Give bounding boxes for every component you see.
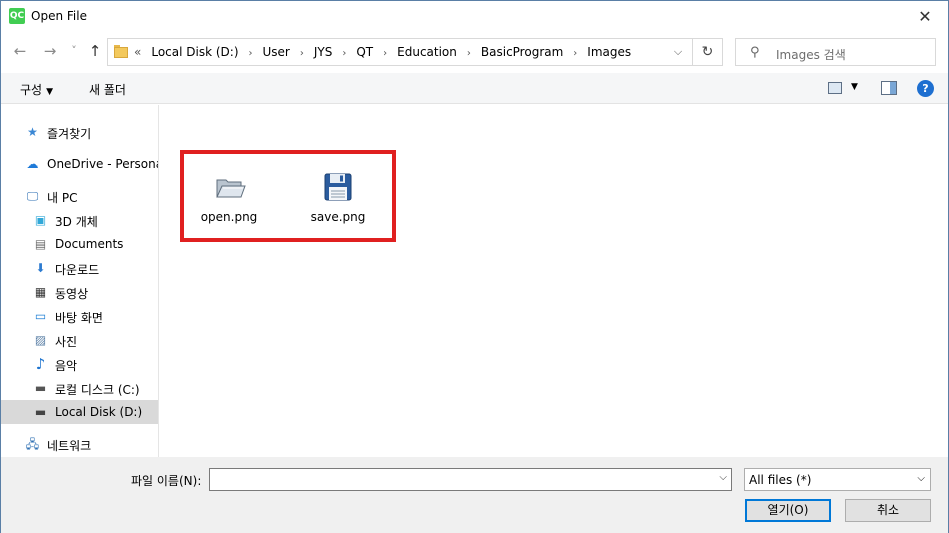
help-icon[interactable]: ? [917,80,934,97]
breadcrumb-item[interactable]: QT [356,45,373,59]
breadcrumb-item[interactable]: Local Disk (D:) [151,45,238,59]
music-icon: ♪ [35,355,46,373]
computer-icon: 🖵 [26,189,39,203]
chevron-down-icon[interactable]: ⌵ [719,472,727,483]
cube-icon: ▣ [34,213,47,227]
cancel-button[interactable]: 취소 [845,499,931,522]
filename-label: 파일 이름(N): [131,474,202,488]
sidebar-item-network[interactable]: 🖧 네트워크 [1,432,158,456]
breadcrumb-separator[interactable]: › [342,48,346,59]
breadcrumb-item[interactable]: Education [397,45,457,59]
breadcrumb-separator[interactable]: › [249,48,253,59]
sidebar-item-label: Local Disk (D:) [55,405,143,419]
breadcrumb-item[interactable]: JYS [314,45,333,59]
download-icon: ⬇ [35,261,46,275]
star-icon: ★ [27,125,38,139]
desktop-icon: ▭ [34,309,47,323]
open-folder-icon [216,179,246,198]
sidebar-item-favorites[interactable]: ★ 즐겨찾기 [1,120,158,144]
window-title: Open File [31,9,87,23]
file-list-pane[interactable]: open.png save.png [160,105,948,457]
document-icon: ▤ [34,237,47,251]
search-icon: ⚲ [750,45,760,60]
sidebar-item-onedrive[interactable]: ☁ OneDrive - Personal [1,152,159,176]
dialog-footer: 파일 이름(N): ⌵ All files (*) ⌵ 열기(O) 취소 [1,457,948,533]
sidebar-item-label: 다운로드 [55,263,100,277]
open-file-dialog: QC Open File ✕ ← → ˅ ↑ « Local Disk (D:) ›… [0,0,949,533]
new-folder-button[interactable]: 새 폴더 [89,81,126,98]
cancel-button-label: 취소 [876,503,900,517]
breadcrumb: « Local Disk (D:) › User › JYS › QT › Education › B… [134,45,631,59]
sidebar-item-label: 즐겨찾기 [47,127,92,141]
breadcrumb-separator[interactable]: › [573,48,577,59]
up-folder-button[interactable]: ↑ [85,40,105,62]
search-placeholder: Images 검색 [776,48,846,62]
file-name: open.png [200,210,258,224]
preview-pane-icon[interactable] [881,81,897,95]
sidebar-item-label: 3D 개체 [55,215,98,229]
breadcrumb-item[interactable]: BasicProgram [481,45,563,59]
open-button[interactable]: 열기(O) [745,499,831,522]
sidebar-item-label: 사진 [55,335,78,349]
file-type-select[interactable]: All files (*) ⌵ [744,468,931,491]
breadcrumb-separator[interactable]: › [383,48,387,59]
sidebar-item-label: 로컬 디스크 (C:) [55,383,140,397]
sidebar-item-videos[interactable]: ▦ 동영상 [1,280,158,304]
network-icon: 🖧 [25,437,40,451]
file-item-save[interactable]: save.png [298,169,378,229]
chevron-down-icon[interactable]: ▼ [851,82,858,92]
folder-icon [114,45,128,58]
chevron-down-icon: ▼ [46,87,54,97]
sidebar-item-music[interactable]: ♪ 음악 [1,352,158,376]
chevron-down-icon: ⌵ [917,473,925,484]
sidebar-item-label: 네트워크 [47,439,92,453]
refresh-button[interactable]: ↻ [692,39,722,65]
close-button[interactable]: ✕ [902,1,948,32]
sidebar-item-downloads[interactable]: ⬇ 다운로드 [1,256,158,280]
filename-field[interactable]: ⌵ [209,468,732,491]
navigation-bar: ← → ˅ ↑ « Local Disk (D:) › User › JYS › QT › Edu… [1,34,948,70]
view-mode-icon[interactable] [828,82,842,94]
search-input[interactable]: ⚲ Images 검색 [735,38,936,66]
sidebar-item-drive-d[interactable]: ▬ Local Disk (D:) [1,400,158,424]
sidebar-item-label: 바탕 화면 [55,311,103,325]
title-bar: QC Open File ✕ [1,1,948,32]
back-button[interactable]: ← [10,40,30,62]
organize-button[interactable]: 구성 ▼ [20,81,53,98]
address-bar[interactable]: « Local Disk (D:) › User › JYS › QT › Education › B… [107,38,723,66]
organize-label: 구성 [20,83,43,97]
sidebar-item-label: 음악 [55,359,78,373]
sidebar-item-label: Documents [55,237,124,251]
sidebar-item-documents[interactable]: ▤ Documents [1,232,158,256]
file-name: save.png [310,210,366,224]
drive-c-icon: ▬ [34,381,47,395]
breadcrumb-item[interactable]: User [263,45,290,59]
sidebar-item-label: OneDrive - Personal [47,157,159,171]
file-item-open[interactable]: open.png [189,169,269,229]
sidebar-item-label: 내 PC [47,191,78,205]
sidebar-item-desktop[interactable]: ▭ 바탕 화면 [1,304,158,328]
cloud-icon: ☁ [26,157,39,171]
breadcrumb-overflow[interactable]: « [134,45,141,59]
navigation-pane: ★ 즐겨찾기 ☁ OneDrive - Personal 🖵 내 PC ▣ 3D… [1,105,159,457]
file-type-value: All files (*) [749,473,812,487]
floppy-save-icon [324,173,352,201]
open-button-label: 열기(O) [767,503,809,517]
address-dropdown-icon[interactable]: ⌵ [670,43,686,61]
sidebar-item-pictures[interactable]: ▨ 사진 [1,328,158,352]
forward-button[interactable]: → [40,40,60,62]
drive-d-icon: ▬ [34,405,47,419]
sidebar-item-3d-objects[interactable]: ▣ 3D 개체 [1,208,158,232]
sidebar-item-this-pc[interactable]: 🖵 내 PC [1,184,158,208]
breadcrumb-item-current[interactable]: Images [587,45,631,59]
pictures-icon: ▨ [34,333,47,347]
breadcrumb-separator[interactable]: › [467,48,471,59]
breadcrumb-separator[interactable]: › [300,48,304,59]
video-icon: ▦ [34,285,47,299]
sidebar-item-label: 동영상 [55,287,89,301]
sidebar-item-drive-c[interactable]: ▬ 로컬 디스크 (C:) [1,376,158,400]
qt-app-icon: QC [9,8,25,24]
recent-locations-button[interactable]: ˅ [64,40,84,62]
command-toolbar: 구성 ▼ 새 폴더 ▼ ? [1,73,948,104]
